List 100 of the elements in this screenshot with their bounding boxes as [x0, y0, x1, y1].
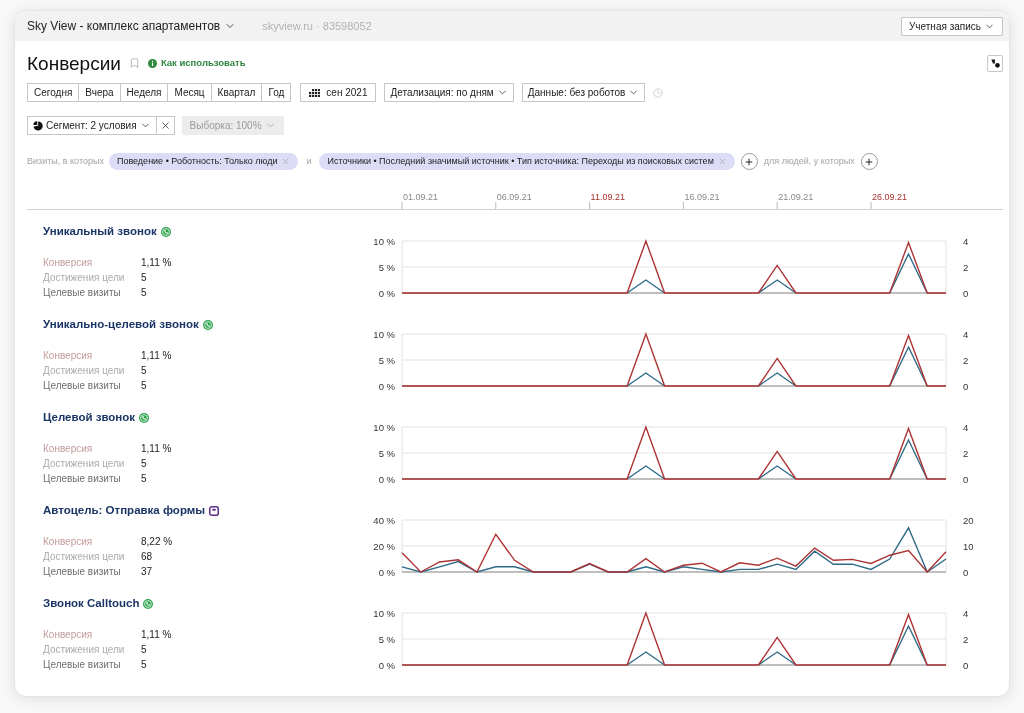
period-tab[interactable]: Месяц: [167, 83, 212, 102]
stat-value: 1,11 %: [141, 349, 172, 363]
right-axis-label: 2: [963, 447, 969, 459]
conjunction-text: и: [306, 154, 312, 168]
stat-value: 1,11 %: [141, 256, 172, 270]
right-axis-label: 0: [963, 659, 969, 671]
shapes-icon: [990, 58, 1000, 68]
right-axis-label: 4: [963, 235, 969, 247]
right-axis-label: 2: [963, 633, 969, 645]
date-label: 11.09.21: [590, 191, 625, 202]
right-axis-label: 4: [963, 328, 969, 340]
site-selector[interactable]: Sky View - комплекс апартаментов: [27, 17, 237, 35]
goal-title: Уникальный звонок: [43, 224, 157, 240]
right-axis-label: 0: [963, 287, 969, 299]
right-axis-label: 4: [963, 421, 969, 433]
period-tab[interactable]: Квартал: [210, 83, 263, 102]
date-picker-button[interactable]: сен 2021: [300, 83, 377, 102]
stat-label: Достижения цели: [43, 364, 126, 378]
close-icon: [717, 157, 727, 166]
y-axis-label: 0 %: [378, 473, 395, 485]
stat-label: Целевые визиты: [43, 658, 122, 672]
stat-label: Достижения цели: [43, 643, 126, 657]
pie-chart-icon: [33, 120, 43, 131]
stat-label: Конверсия: [43, 349, 94, 363]
stat-value: 68: [141, 550, 153, 564]
stat-value: 5: [141, 364, 147, 378]
stat-value: 5: [141, 379, 147, 393]
stat-label: Достижения цели: [43, 271, 126, 285]
y-axis-label: 0 %: [378, 659, 395, 671]
goal-title: Уникально-целевой звонок: [43, 317, 199, 333]
filter-chip[interactable]: Поведение • Роботность: Только люди: [108, 153, 299, 170]
plus-icon: [744, 156, 755, 167]
period-tab[interactable]: Год: [261, 83, 292, 102]
filter-prefix: Визиты, в которых: [27, 154, 104, 168]
stat-label: Достижения цели: [43, 457, 126, 471]
filter-suffix: для людей, у которых: [763, 154, 855, 168]
right-axis-label: 10: [963, 540, 974, 552]
plus-icon: [864, 156, 875, 167]
stat-value: 5: [141, 658, 147, 672]
stat-value: 5: [141, 472, 147, 486]
stat-value: 37: [141, 565, 153, 579]
y-axis-label: 5 %: [378, 354, 395, 366]
bookmark-icon: [128, 57, 140, 69]
close-icon: [281, 157, 291, 166]
close-icon: [159, 120, 171, 131]
grid-icon: [309, 88, 321, 97]
date-label: 21.09.21: [778, 191, 814, 202]
add-condition-button[interactable]: [860, 153, 878, 170]
date-label: 01.09.21: [403, 191, 439, 202]
stat-label: Конверсия: [43, 535, 94, 549]
right-axis-label: 4: [963, 607, 969, 619]
dropdown-select[interactable]: Детализация: по дням: [384, 83, 514, 102]
segment-dropdown[interactable]: Сегмент: 2 условия: [27, 116, 157, 135]
y-axis-label: 20 %: [373, 540, 395, 552]
right-axis-label: 0: [963, 566, 969, 578]
y-axis-label: 0 %: [378, 566, 395, 578]
date-label: 26.09.21: [871, 191, 907, 202]
date-label: 06.09.21: [496, 191, 532, 202]
filter-chip[interactable]: Источники • Последний значимый источник • Тип источника: Переходы из поисковых систем: [319, 153, 735, 170]
y-axis-label: 10 %: [373, 607, 395, 619]
help-link[interactable]: Как использовать: [147, 55, 246, 71]
stat-label: Целевые визиты: [43, 472, 122, 486]
stat-value: 5: [141, 457, 147, 471]
y-axis-label: 40 %: [373, 514, 395, 526]
y-axis-label: 10 %: [373, 421, 395, 433]
stat-label: Целевые визиты: [43, 286, 122, 300]
period-tab[interactable]: Неделя: [119, 83, 169, 102]
stat-value: 5: [141, 271, 147, 285]
page-title: Конверсии: [27, 53, 121, 73]
y-axis-label: 5 %: [378, 447, 395, 459]
right-axis-label: 0: [963, 380, 969, 392]
stat-label: Достижения цели: [43, 550, 126, 564]
period-tab[interactable]: Вчера: [78, 83, 121, 102]
add-condition-button[interactable]: [740, 153, 758, 170]
period-tab[interactable]: Сегодня: [27, 83, 80, 102]
counter-id: skyview.ru · 83598052: [262, 18, 372, 34]
goal-title: Целевой звонок: [43, 410, 136, 426]
stat-value: 8,22 %: [141, 535, 173, 549]
phone-icon: [202, 320, 213, 330]
right-axis-label: 0: [963, 473, 969, 485]
stat-label: Целевые визиты: [43, 379, 122, 393]
y-axis-label: 10 %: [373, 235, 395, 247]
right-axis-label: 20: [963, 514, 974, 526]
right-axis-label: 2: [963, 261, 969, 273]
stat-label: Конверсия: [43, 628, 94, 642]
view-toggle-button[interactable]: [987, 54, 1003, 72]
goal-title: Автоцель: Отправка формы: [43, 503, 206, 519]
phone-icon: [139, 413, 150, 423]
y-axis-label: 0 %: [378, 287, 395, 299]
dropdown-select[interactable]: Данные: без роботов: [521, 83, 646, 102]
y-axis-label: 10 %: [373, 328, 395, 340]
form-icon: [209, 506, 220, 516]
date-label: 16.09.21: [684, 191, 720, 202]
stat-value: 1,11 %: [141, 442, 172, 456]
stat-label: Целевые визиты: [43, 565, 122, 579]
right-axis-label: 2: [963, 354, 969, 366]
account-button[interactable]: Учетная запись: [901, 16, 1003, 36]
y-axis-label: 5 %: [378, 633, 395, 645]
y-axis-label: 0 %: [378, 380, 395, 392]
stat-label: Конверсия: [43, 442, 94, 456]
